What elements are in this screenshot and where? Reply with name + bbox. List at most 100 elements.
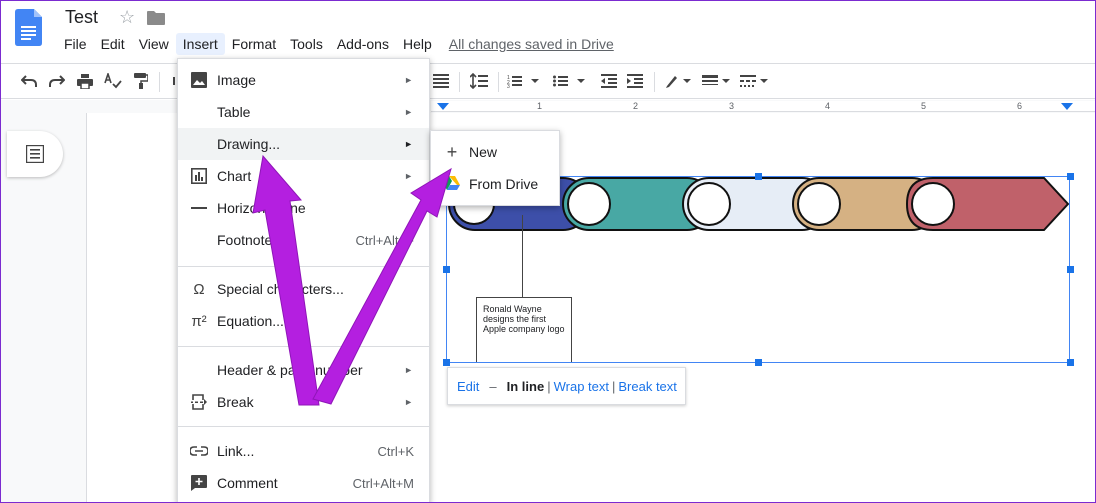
resize-handle[interactable] (1067, 173, 1074, 180)
ruler-number: 6 (1017, 101, 1023, 111)
menu-tools[interactable]: Tools (283, 33, 330, 55)
submenu-arrow-icon: ► (404, 107, 413, 117)
submenu-item-from-drive[interactable]: From Drive (431, 168, 559, 200)
menu-item-comment[interactable]: Comment Ctrl+Alt+M (178, 467, 429, 499)
google-drive-icon (444, 174, 460, 195)
ruler-number: 5 (921, 101, 927, 111)
document-outline-icon[interactable] (7, 131, 63, 177)
insert-menu: Image ► Table ► Drawing... ► Chart ► Hor… (177, 58, 430, 502)
resize-handle[interactable] (1067, 266, 1074, 273)
edit-drawing-link[interactable]: Edit (457, 379, 479, 394)
spellcheck-icon[interactable] (102, 70, 124, 92)
bulleted-list-icon[interactable] (552, 70, 588, 92)
menu-divider (178, 266, 429, 267)
menu-item-label: Drawing... (217, 136, 281, 152)
drawing-submenu: + New From Drive (430, 130, 560, 206)
menu-item-image[interactable]: Image ► (178, 64, 429, 96)
document-title[interactable]: Test (65, 7, 98, 28)
undo-icon[interactable] (18, 70, 40, 92)
increase-indent-icon[interactable] (624, 70, 646, 92)
comment-icon (190, 474, 208, 492)
divider: | (611, 378, 616, 394)
menu-item-label: Horizontal line (217, 200, 306, 216)
horizontal-line-icon (190, 199, 208, 217)
menu-divider (178, 346, 429, 347)
submenu-item-label: New (469, 144, 498, 160)
horizontal-ruler[interactable]: 1 2 3 4 5 6 (431, 101, 1095, 112)
menu-item-label: Image (217, 72, 256, 88)
menu-edit[interactable]: Edit (94, 33, 132, 55)
submenu-item-new[interactable]: + New (431, 136, 559, 168)
menu-file[interactable]: File (57, 33, 94, 55)
menu-item-label: Table (217, 104, 251, 120)
toolbar: 123 (1, 63, 1095, 99)
docs-logo-icon[interactable] (15, 9, 42, 46)
submenu-arrow-icon: ► (404, 171, 413, 181)
menu-item-drawing[interactable]: Drawing... ► (178, 128, 429, 160)
line-spacing-icon[interactable] (468, 70, 490, 92)
menu-item-header-page-number[interactable]: Header & page number ► (178, 354, 429, 386)
menu-item-label: Break (217, 394, 254, 410)
page-break-icon (190, 393, 208, 411)
toolbar-divider (498, 72, 499, 92)
link-icon (190, 442, 208, 460)
right-indent-marker-icon[interactable] (1061, 101, 1081, 112)
dash-separator: – (489, 378, 497, 394)
in-line-option[interactable]: In line (507, 379, 545, 394)
decrease-indent-icon[interactable] (598, 70, 620, 92)
break-text-option[interactable]: Break text (618, 379, 677, 394)
resize-handle[interactable] (755, 173, 762, 180)
menu-item-break[interactable]: Break ► (178, 386, 429, 418)
ruler-number: 4 (825, 101, 831, 111)
toolbar-divider (159, 72, 160, 92)
wrap-text-option[interactable]: Wrap text (554, 379, 609, 394)
border-color-icon[interactable] (664, 70, 694, 92)
menu-item-label: Header & page number (217, 362, 363, 378)
submenu-arrow-icon: ► (404, 397, 413, 407)
menu-item-chart[interactable]: Chart ► (178, 160, 429, 192)
border-dash-icon[interactable] (740, 70, 770, 92)
submenu-arrow-icon: ► (404, 139, 413, 149)
left-indent-marker-icon[interactable] (437, 101, 457, 112)
resize-handle[interactable] (443, 266, 450, 273)
resize-handle[interactable] (1067, 359, 1074, 366)
shortcut-text: Ctrl+Alt+M (352, 475, 414, 491)
submenu-item-label: From Drive (469, 176, 539, 192)
submenu-arrow-icon: ► (404, 75, 413, 85)
divider: | (547, 378, 551, 394)
menu-item-label: Footnote (217, 232, 273, 248)
image-icon (190, 71, 208, 89)
menu-insert[interactable]: Insert (175, 33, 225, 55)
menu-item-horizontal-line[interactable]: Horizontal line (178, 192, 429, 224)
menu-item-label: Equation... (217, 313, 284, 329)
plus-icon: + (446, 141, 458, 162)
menu-item-special-characters[interactable]: Ω Special characters... (178, 273, 429, 305)
paint-format-icon[interactable] (130, 70, 152, 92)
toolbar-divider (654, 72, 655, 92)
menu-item-link[interactable]: Link... Ctrl+K (178, 435, 429, 467)
star-icon[interactable]: ☆ (119, 7, 135, 28)
menu-view[interactable]: View (132, 33, 176, 55)
menu-item-label: Link... (217, 443, 255, 459)
image-options-bar: Edit – In line | Wrap text | Break text (447, 367, 686, 405)
border-weight-icon[interactable] (702, 70, 732, 92)
submenu-arrow-icon: ► (404, 365, 413, 375)
resize-handle[interactable] (443, 359, 450, 366)
menu-item-footnote[interactable]: Footnote Ctrl+Alt+F (178, 224, 429, 256)
toolbar-divider (459, 72, 460, 92)
justify-icon[interactable] (430, 70, 452, 92)
save-status-link[interactable]: All changes saved in Drive (449, 36, 614, 52)
omega-icon: Ω (193, 280, 205, 298)
print-icon[interactable] (74, 70, 96, 92)
menu-item-equation[interactable]: π² Equation... (178, 305, 429, 337)
menu-help[interactable]: Help (396, 33, 439, 55)
menu-format[interactable]: Format (225, 33, 283, 55)
resize-handle[interactable] (755, 359, 762, 366)
menu-item-table[interactable]: Table ► (178, 96, 429, 128)
ruler-number: 2 (633, 101, 639, 111)
pi-icon: π² (191, 312, 207, 330)
numbered-list-icon[interactable]: 123 (506, 70, 542, 92)
menu-add-ons[interactable]: Add-ons (330, 33, 396, 55)
redo-icon[interactable] (46, 70, 68, 92)
folder-icon[interactable] (147, 11, 165, 25)
